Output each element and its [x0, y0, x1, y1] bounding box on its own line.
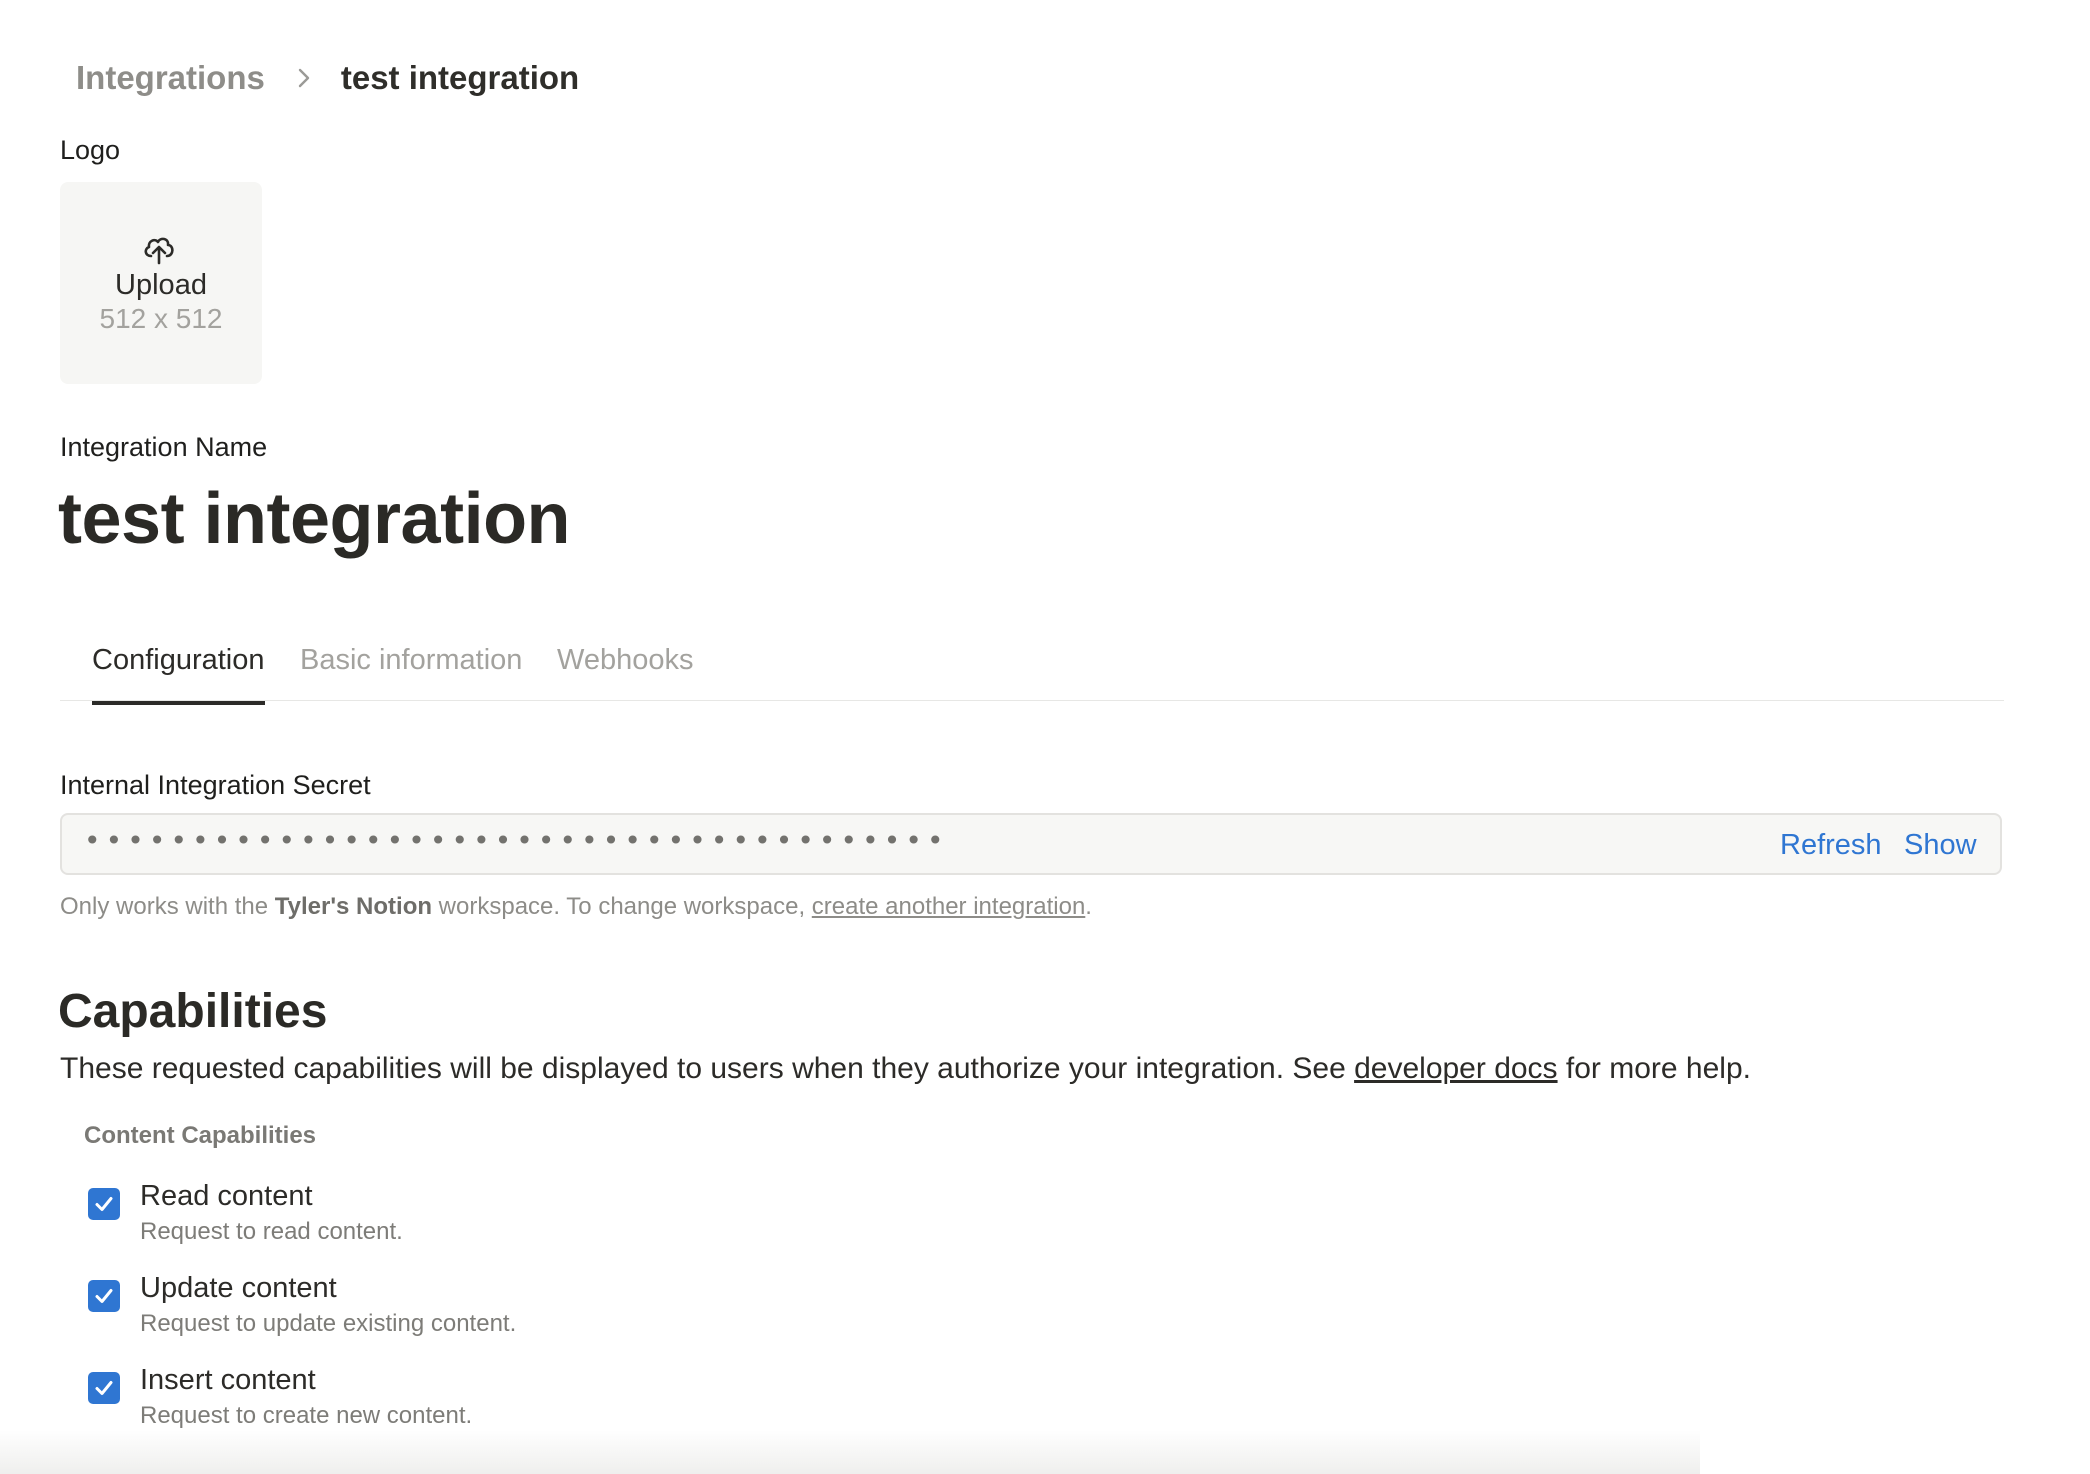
create-another-integration-link[interactable]: create another integration	[812, 893, 1086, 920]
secret-field[interactable]: ••••••••••••••••••••••••••••••••••••••••…	[60, 813, 2002, 875]
upload-label: Upload	[115, 269, 207, 301]
capability-read-content: Read content Request to read content.	[88, 1180, 788, 1256]
checkmark-icon	[95, 1197, 113, 1211]
tab-basic-information[interactable]: Basic information	[300, 644, 522, 701]
capabilities-heading: Capabilities	[58, 985, 328, 1038]
chevron-right-icon	[297, 67, 311, 89]
logo-label: Logo	[60, 135, 121, 165]
checkmark-icon	[95, 1381, 113, 1395]
checkmark-icon	[95, 1289, 113, 1303]
tab-webhooks[interactable]: Webhooks	[557, 644, 694, 701]
insert-content-checkbox[interactable]	[88, 1372, 120, 1404]
hint-prefix: Only works with the	[60, 893, 275, 920]
capabilities-description: These requested capabilities will be dis…	[60, 1052, 1751, 1086]
hint-middle: workspace. To change workspace,	[432, 893, 812, 920]
capability-description: Request to create new content.	[140, 1402, 473, 1429]
integration-settings-page: Integrations test integration Logo Uploa…	[0, 0, 2090, 1474]
logo-upload-button[interactable]: Upload 512 x 512	[60, 182, 262, 384]
hint-suffix: .	[1085, 893, 1092, 920]
tab-configuration[interactable]: Configuration	[92, 644, 265, 705]
integration-name-title[interactable]: test integration	[58, 478, 571, 560]
content-capabilities-label: Content Capabilities	[84, 1122, 317, 1149]
capability-description: Request to read content.	[140, 1218, 403, 1245]
capability-title: Insert content	[140, 1364, 316, 1396]
desc-suffix: for more help.	[1557, 1052, 1751, 1085]
update-content-checkbox[interactable]	[88, 1280, 120, 1312]
breadcrumb-integrations-link[interactable]: Integrations	[76, 59, 265, 97]
show-secret-button[interactable]: Show	[1904, 829, 1977, 862]
refresh-secret-button[interactable]: Refresh	[1780, 829, 1882, 862]
desc-prefix: These requested capabilities will be dis…	[60, 1052, 1355, 1085]
secret-masked-value: ••••••••••••••••••••••••••••••••••••••••	[84, 824, 949, 857]
capability-update-content: Update content Request to update existin…	[88, 1272, 788, 1348]
tab-bar: Configuration Basic information Webhooks	[60, 630, 2004, 705]
capability-title: Update content	[140, 1272, 337, 1304]
capability-description: Request to update existing content.	[140, 1310, 517, 1337]
read-content-checkbox[interactable]	[88, 1188, 120, 1220]
breadcrumb: Integrations test integration	[76, 56, 579, 100]
developer-docs-link[interactable]: developer docs	[1354, 1052, 1557, 1085]
upload-size-hint: 512 x 512	[99, 303, 223, 334]
hint-workspace-name: Tyler's Notion	[274, 893, 433, 920]
capability-title: Read content	[140, 1180, 313, 1212]
secret-label: Internal Integration Secret	[60, 770, 371, 800]
workspace-hint: Only works with the Tyler's Notion works…	[60, 893, 1092, 921]
breadcrumb-current: test integration	[340, 59, 580, 96]
capability-insert-content: Insert content Request to create new con…	[88, 1364, 788, 1440]
cloud-upload-icon	[144, 237, 174, 265]
integration-name-label: Integration Name	[60, 432, 268, 462]
